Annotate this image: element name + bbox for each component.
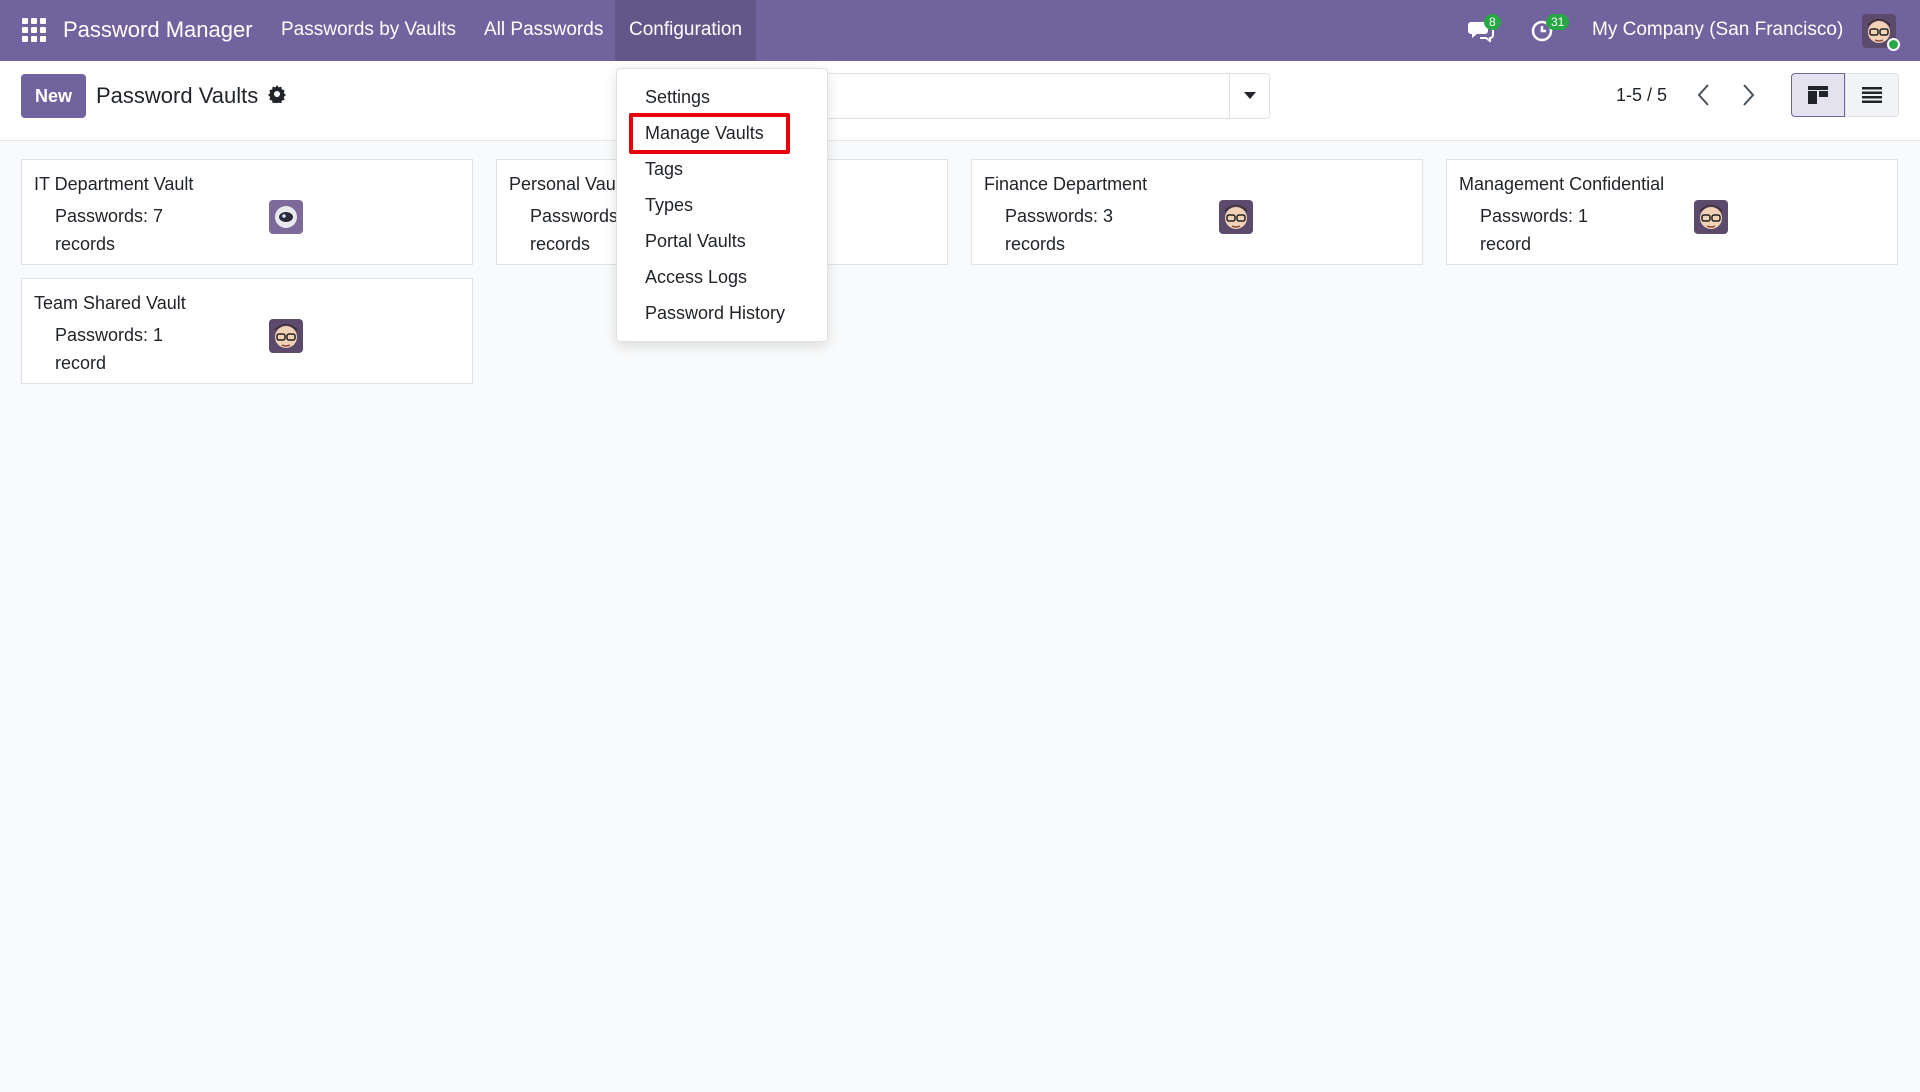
vault-card-count: Passwords: 1 record xyxy=(55,325,164,373)
caret-down-icon xyxy=(1243,92,1256,99)
activities-badge: 31 xyxy=(1546,14,1570,30)
menu-item-settings[interactable]: Settings xyxy=(645,87,710,108)
messages-badge: 8 xyxy=(1484,14,1501,30)
vault-card-team-shared[interactable]: Team Shared Vault Passwords: 1 record xyxy=(21,278,473,384)
control-panel: New Password Vaults 1-5 / 5 xyxy=(0,61,1920,141)
apps-grid-icon[interactable] xyxy=(22,18,46,42)
vault-card-title: Personal Vault xyxy=(509,174,625,194)
menu-item-password-history[interactable]: Password History xyxy=(645,303,785,324)
chevron-right-icon xyxy=(1743,84,1755,106)
user-avatar-icon xyxy=(269,319,303,353)
activities-button[interactable]: 31 xyxy=(1530,14,1570,47)
company-switcher[interactable]: My Company (San Francisco) xyxy=(1592,19,1843,41)
messages-button[interactable]: 8 xyxy=(1468,14,1501,47)
app-brand[interactable]: Password Manager xyxy=(63,17,253,43)
chevron-left-icon xyxy=(1697,84,1709,106)
vault-card-count: Passwords: 3 records xyxy=(1005,206,1114,254)
list-view-button[interactable] xyxy=(1845,73,1899,117)
menu-item-types[interactable]: Types xyxy=(645,195,693,216)
top-navbar: Password Manager Passwords by Vaults All… xyxy=(0,0,1920,61)
gear-icon[interactable] xyxy=(268,85,286,108)
vault-card-management[interactable]: Management Confidential Passwords: 1 rec… xyxy=(1446,159,1898,265)
vault-card-it-department[interactable]: IT Department Vault Passwords: 7 records xyxy=(21,159,473,265)
menu-passwords-by-vaults[interactable]: Passwords by Vaults xyxy=(281,19,456,41)
list-icon xyxy=(1862,87,1882,103)
vault-card-count: Passwords: 1 record xyxy=(1480,206,1589,254)
menu-item-access-logs[interactable]: Access Logs xyxy=(645,267,747,288)
vault-card-title: IT Department Vault xyxy=(34,174,194,194)
search-options-toggle[interactable] xyxy=(1229,74,1269,118)
kanban-view-button[interactable] xyxy=(1791,73,1845,117)
configuration-dropdown: Settings Manage Vaults Tags Types Portal… xyxy=(616,68,828,342)
pager-value[interactable]: 1-5 / 5 xyxy=(1616,85,1667,106)
vault-card-title: Team Shared Vault xyxy=(34,293,186,313)
vault-card-count: Passwords: 7 records xyxy=(55,206,164,254)
online-status-indicator xyxy=(1887,38,1900,51)
user-avatar-icon xyxy=(1219,200,1253,234)
menu-item-manage-vaults[interactable]: Manage Vaults xyxy=(645,123,764,144)
menu-item-tags[interactable]: Tags xyxy=(645,159,683,180)
menu-all-passwords[interactable]: All Passwords xyxy=(484,19,603,41)
vault-card-title: Finance Department xyxy=(984,174,1148,194)
menu-configuration[interactable]: Configuration xyxy=(615,0,757,61)
vault-card-title: Management Confidential xyxy=(1459,174,1665,194)
user-menu-avatar[interactable] xyxy=(1862,14,1900,51)
search-input[interactable] xyxy=(820,73,1270,119)
page-title: Password Vaults xyxy=(96,83,259,108)
vault-card-finance[interactable]: Finance Department Passwords: 3 records xyxy=(971,159,1423,265)
user-avatar-icon xyxy=(1694,200,1728,234)
menu-item-portal-vaults[interactable]: Portal Vaults xyxy=(645,231,746,252)
robot-avatar-icon xyxy=(269,200,303,234)
pager-previous-button[interactable] xyxy=(1694,81,1714,114)
new-button[interactable]: New xyxy=(21,74,87,118)
kanban-icon xyxy=(1808,86,1828,104)
pager-next-button[interactable] xyxy=(1738,81,1758,114)
